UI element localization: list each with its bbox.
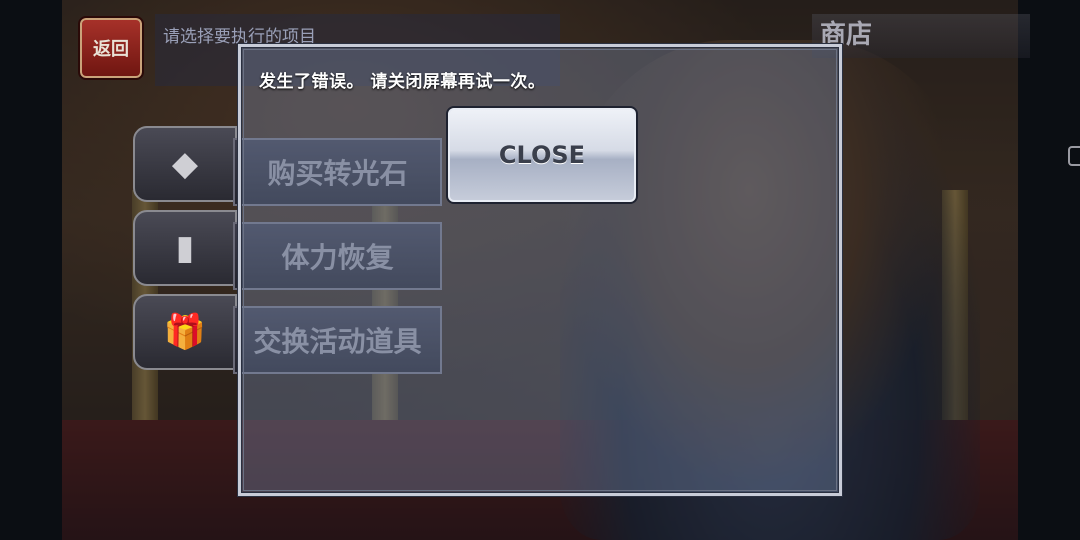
back-button[interactable]: 返回 bbox=[78, 16, 144, 80]
screen-title: 商店 bbox=[812, 14, 1030, 58]
crystal-icon[interactable]: ◆ bbox=[133, 126, 237, 202]
bottle-icon[interactable]: ▮ bbox=[133, 210, 237, 286]
gift-icon[interactable]: 🎁 bbox=[133, 294, 237, 370]
error-dialog: 发生了错误。 请关闭屏幕再试一次。 CLOSE bbox=[238, 44, 842, 496]
error-message: 发生了错误。 请关闭屏幕再试一次。 bbox=[259, 72, 546, 92]
side-panel-tab[interactable] bbox=[1068, 146, 1080, 166]
close-button[interactable]: CLOSE bbox=[448, 108, 636, 202]
